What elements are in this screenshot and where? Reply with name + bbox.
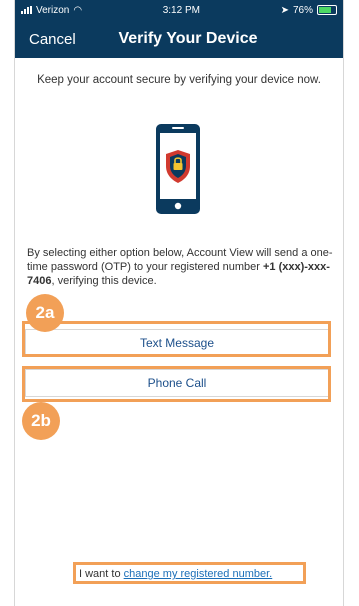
otp-description: By selecting either option below, Accoun… xyxy=(27,246,339,288)
desc-suffix: , verifying this device. xyxy=(51,275,157,287)
step-badge-2b: 2b xyxy=(22,402,60,440)
status-bar: Verizon ◠ 3:12 PM ➤ 76% xyxy=(15,0,343,20)
phone-shield-lock-icon xyxy=(156,124,200,214)
footer-highlight xyxy=(73,562,306,584)
step-badge-2a: 2a xyxy=(26,294,64,332)
nav-bar: Cancel Verify Your Device xyxy=(15,20,343,58)
status-left: Verizon ◠ xyxy=(21,5,82,16)
phone-call-highlight xyxy=(22,366,331,402)
intro-text: Keep your account secure by verifying yo… xyxy=(37,74,321,86)
battery-icon xyxy=(317,5,337,15)
battery-fill xyxy=(319,7,332,13)
status-time: 3:12 PM xyxy=(162,4,200,16)
location-icon: ➤ xyxy=(280,4,289,16)
text-message-highlight xyxy=(22,321,331,357)
wifi-icon: ◠ xyxy=(73,4,83,16)
signal-icon xyxy=(21,6,32,14)
battery-percent: 76% xyxy=(292,4,313,16)
status-right: ➤ 76% xyxy=(281,5,337,16)
cancel-button[interactable]: Cancel xyxy=(29,31,76,48)
app-frame: Verizon ◠ 3:12 PM ➤ 76% Cancel Verify Yo… xyxy=(14,0,344,606)
carrier-label: Verizon xyxy=(36,4,70,16)
